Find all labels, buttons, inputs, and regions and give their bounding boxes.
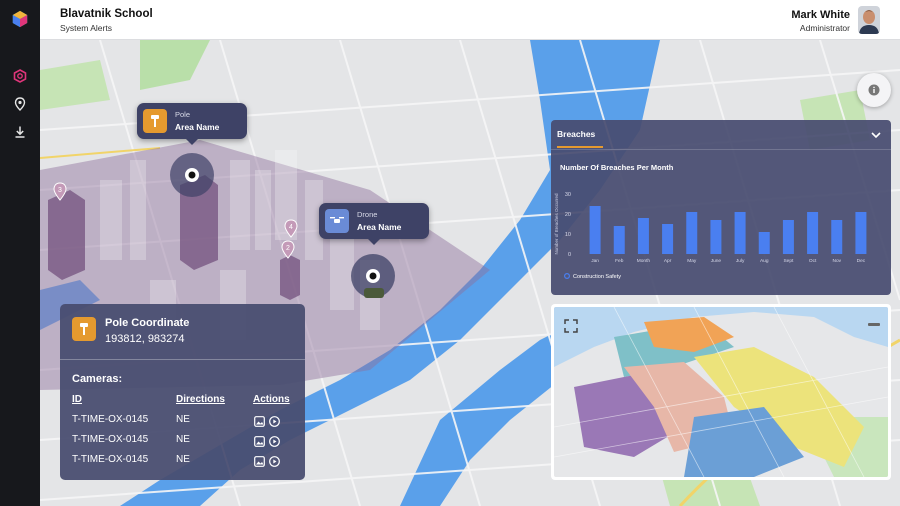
column-header-id: ID bbox=[72, 394, 82, 405]
svg-text:2: 2 bbox=[286, 245, 290, 252]
bar bbox=[758, 232, 770, 254]
legend-marker bbox=[564, 272, 571, 279]
app-logo-icon bbox=[12, 10, 28, 28]
user-role: Administrator bbox=[799, 23, 850, 33]
school-name: Blavatnik School bbox=[60, 8, 153, 20]
x-tick-label: May bbox=[687, 258, 697, 264]
minimap[interactable] bbox=[551, 304, 891, 480]
play-icon[interactable] bbox=[269, 454, 280, 472]
svg-text:4: 4 bbox=[289, 224, 293, 231]
card-title: Pole Coordinate bbox=[105, 317, 190, 329]
chart-title: Number Of Breaches Per Month bbox=[560, 163, 674, 172]
column-header-actions: Actions bbox=[253, 394, 290, 405]
y-axis-label: Number of Breaches Occurred bbox=[554, 193, 559, 255]
x-tick-label: Nov bbox=[832, 258, 841, 264]
camera-id: T-TIME-OX-0145 bbox=[72, 414, 149, 425]
x-tick-label: Feb bbox=[615, 258, 624, 264]
drone-pin[interactable] bbox=[351, 254, 395, 298]
sidebar-item-alerts[interactable] bbox=[6, 64, 34, 88]
bar bbox=[831, 220, 843, 254]
x-tick-label: Dec bbox=[857, 258, 866, 264]
bar bbox=[686, 212, 698, 254]
x-tick-label: July bbox=[736, 258, 745, 264]
pole-tooltip-area: Area Name bbox=[175, 122, 220, 132]
sidebar-item-locations[interactable] bbox=[6, 92, 34, 116]
x-tick-label: Aug bbox=[760, 258, 769, 264]
drone-icon bbox=[325, 209, 349, 233]
cameras-label: Cameras: bbox=[72, 373, 123, 385]
pole-coordinate-card: Pole Coordinate 193812, 983274 Cameras: … bbox=[60, 304, 305, 480]
column-header-directions: Directions bbox=[176, 394, 225, 405]
pole-pin[interactable] bbox=[170, 153, 214, 197]
y-tick-label: 0 bbox=[568, 252, 571, 258]
image-icon[interactable] bbox=[254, 414, 265, 432]
bar bbox=[637, 218, 649, 254]
drone-tooltip-area: Area Name bbox=[357, 222, 402, 232]
download-icon bbox=[15, 126, 25, 138]
avatar[interactable] bbox=[858, 6, 880, 34]
breaches-header: Breaches bbox=[551, 120, 891, 150]
sidebar bbox=[0, 0, 40, 506]
bar bbox=[589, 206, 601, 254]
bar bbox=[782, 220, 794, 254]
chevron-down-icon[interactable] bbox=[869, 128, 883, 142]
expand-icon[interactable] bbox=[564, 319, 578, 333]
x-tick-label: Sept bbox=[783, 258, 794, 264]
drone-tooltip[interactable]: Drone Area Name bbox=[319, 203, 429, 245]
legend-label: Construction Safety bbox=[573, 274, 621, 280]
sidebar-item-download[interactable] bbox=[6, 120, 34, 144]
bar bbox=[734, 212, 746, 254]
tab-breaches[interactable]: Breaches bbox=[557, 129, 603, 148]
pole-tooltip[interactable]: Pole Area Name bbox=[137, 103, 247, 145]
pole-icon bbox=[143, 109, 167, 133]
bar bbox=[855, 212, 867, 254]
info-button[interactable] bbox=[857, 73, 891, 107]
pole-icon bbox=[72, 317, 96, 341]
drone-tooltip-type: Drone bbox=[357, 210, 378, 219]
bar bbox=[807, 212, 819, 254]
minimize-button[interactable] bbox=[868, 323, 880, 326]
bar bbox=[662, 224, 674, 254]
y-tick-label: 20 bbox=[565, 212, 571, 218]
x-tick-label: Month bbox=[637, 258, 651, 264]
y-tick-label: 10 bbox=[565, 232, 571, 238]
x-tick-label: Apr bbox=[664, 258, 672, 264]
camera-actions bbox=[254, 434, 284, 452]
camera-actions bbox=[254, 414, 284, 432]
x-tick-label: June bbox=[711, 258, 722, 264]
svg-text:3: 3 bbox=[58, 187, 62, 194]
camera-direction: NE bbox=[176, 454, 190, 465]
image-icon[interactable] bbox=[254, 454, 265, 472]
breaches-panel: Breaches Number Of Breaches Per Month Nu… bbox=[551, 120, 891, 295]
x-tick-label: Oct bbox=[809, 258, 817, 264]
card-header: Pole Coordinate 193812, 983274 bbox=[60, 304, 305, 360]
camera-id: T-TIME-OX-0145 bbox=[72, 434, 149, 445]
x-tick-label: Jan bbox=[591, 258, 599, 264]
pole-coordinates: 193812, 983274 bbox=[105, 333, 185, 345]
camera-direction: NE bbox=[176, 434, 190, 445]
y-tick-label: 30 bbox=[565, 192, 571, 198]
camera-direction: NE bbox=[176, 414, 190, 425]
page-subtitle: System Alerts bbox=[60, 23, 112, 33]
map-pin-icon bbox=[14, 97, 26, 111]
hexagon-icon bbox=[13, 69, 27, 83]
bar bbox=[613, 226, 625, 254]
top-header: Blavatnik School System Alerts Mark Whit… bbox=[40, 0, 900, 40]
camera-id: T-TIME-OX-0145 bbox=[72, 454, 149, 465]
play-icon[interactable] bbox=[269, 414, 280, 432]
breaches-bar-chart: Number of Breaches Occurred 0 10 20 30 Jan Feb… bbox=[554, 192, 867, 280]
camera-actions bbox=[254, 454, 284, 472]
bar bbox=[710, 220, 722, 254]
image-icon[interactable] bbox=[254, 434, 265, 452]
info-icon bbox=[868, 84, 880, 96]
user-name[interactable]: Mark White bbox=[791, 9, 850, 21]
pole-tooltip-type: Pole bbox=[175, 110, 191, 119]
play-icon[interactable] bbox=[269, 434, 280, 452]
